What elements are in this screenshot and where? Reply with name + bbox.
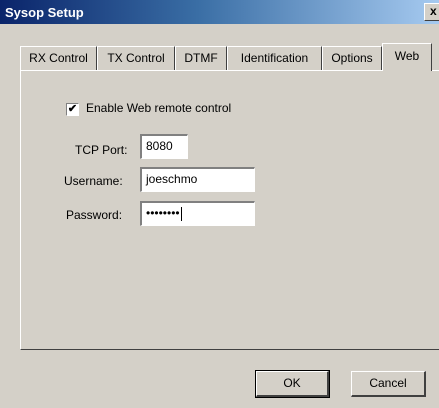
password-field[interactable]: ••••••••	[140, 201, 255, 226]
tab-rx-control[interactable]: RX Control	[20, 46, 97, 70]
title-bar: Sysop Setup x	[0, 0, 439, 24]
cancel-button[interactable]: Cancel	[351, 371, 426, 397]
tcp-port-field[interactable]: 8080	[140, 134, 188, 159]
tab-web[interactable]: Web	[382, 43, 432, 71]
enable-web-checkbox[interactable]: ✔	[66, 103, 79, 116]
tab-dtmf[interactable]: DTMF	[175, 46, 227, 70]
username-label: Username:	[64, 174, 123, 188]
window-title: Sysop Setup	[5, 5, 84, 20]
username-field[interactable]: joeschmo	[140, 167, 255, 192]
ok-button[interactable]: OK	[255, 370, 330, 398]
tab-identification[interactable]: Identification	[227, 46, 322, 70]
password-mask: ••••••••	[146, 206, 180, 220]
tab-options[interactable]: Options	[322, 46, 382, 70]
enable-web-label[interactable]: Enable Web remote control	[86, 101, 231, 115]
tab-tx-control[interactable]: TX Control	[97, 46, 175, 70]
close-button[interactable]: x	[424, 3, 439, 21]
tab-strip: RX Control TX Control DTMF Identificatio…	[20, 43, 439, 71]
tcp-port-label: TCP Port:	[75, 143, 128, 157]
text-caret	[180, 206, 182, 221]
password-label: Password:	[66, 208, 123, 222]
